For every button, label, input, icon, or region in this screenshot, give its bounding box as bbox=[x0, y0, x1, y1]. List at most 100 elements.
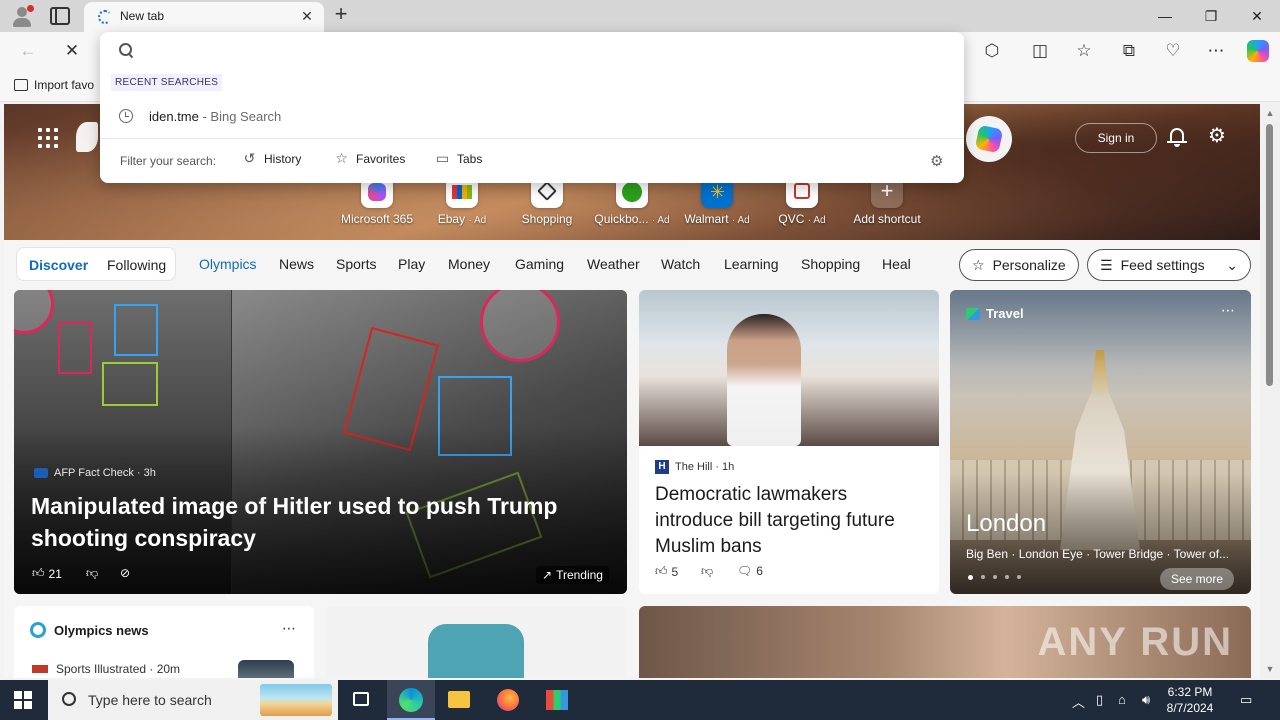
import-favorites-link[interactable]: Import favo bbox=[14, 78, 94, 92]
firefox-icon[interactable] bbox=[484, 680, 532, 720]
thumbnail-image[interactable] bbox=[238, 660, 294, 678]
nav-news[interactable]: News bbox=[279, 256, 314, 272]
new-tab-button[interactable]: + bbox=[330, 3, 352, 26]
notifications-icon[interactable] bbox=[1167, 126, 1187, 148]
filter-label: Filter your search: bbox=[120, 154, 217, 168]
hide-story-icon[interactable]: ⊘ bbox=[120, 566, 130, 580]
shortcut-label: Microsoft 365 bbox=[340, 212, 414, 226]
nav-watch[interactable]: Watch bbox=[661, 256, 700, 272]
news-card-afp[interactable]: AFP Fact Check · 3h Manipulated image of… bbox=[14, 290, 627, 594]
like-button[interactable]: 👍︎ 21 bbox=[32, 566, 62, 581]
news-card-the-hill[interactable]: H The Hill · 1h Democratic lawmakers int… bbox=[639, 290, 939, 594]
battery-icon[interactable]: ▯ bbox=[1096, 692, 1103, 708]
browser-essentials-icon[interactable]: ♡ bbox=[1161, 39, 1185, 63]
scroll-up-icon[interactable]: ▲ bbox=[1265, 108, 1275, 118]
app-icon-colorful[interactable] bbox=[533, 680, 581, 720]
edge-taskbar-icon[interactable] bbox=[387, 680, 435, 720]
shortcut-walmart[interactable]: ✳ Walmart · Ad bbox=[672, 176, 762, 226]
card-headline[interactable]: Manipulated image of Hitler used to push… bbox=[31, 490, 591, 554]
shirt-product-image bbox=[428, 624, 524, 678]
olympics-news-card: Olympics news ⋯ Sports Illustrated · 20m bbox=[14, 606, 314, 678]
more-options-icon[interactable]: ⋯ bbox=[282, 620, 296, 637]
nav-money[interactable]: Money bbox=[448, 256, 490, 272]
taskbar-search-box[interactable]: Type here to search bbox=[48, 680, 338, 720]
address-bar-dropdown: RECENT SEARCHES iden.tme - Bing Search F… bbox=[100, 32, 964, 183]
comments-button[interactable]: 🗨︎ 6 bbox=[737, 564, 763, 578]
the-hill-logo-icon: H bbox=[655, 460, 669, 474]
recent-query-suffix: - Bing Search bbox=[198, 109, 282, 124]
import-favorites-label: Import favo bbox=[34, 78, 95, 92]
nav-gaming[interactable]: Gaming bbox=[515, 256, 564, 272]
recent-search-item[interactable]: iden.tme - Bing Search bbox=[100, 102, 964, 132]
stop-button[interactable]: ✕ bbox=[60, 39, 84, 63]
thumbs-down-icon[interactable]: 👎︎ bbox=[86, 566, 98, 581]
shortcut-label: Ebay bbox=[437, 212, 466, 226]
add-shortcut-button[interactable]: + Add shortcut bbox=[842, 176, 932, 226]
see-more-button[interactable]: See more bbox=[1160, 568, 1234, 590]
carousel-dots[interactable] bbox=[968, 575, 1021, 580]
card-headline[interactable]: Democratic lawmakers introduce bill targ… bbox=[655, 482, 925, 560]
favorites-icon[interactable]: ☆ bbox=[1072, 39, 1096, 63]
news-card-photo[interactable]: ANY RUN bbox=[639, 606, 1251, 678]
shortcut-ebay[interactable]: Ebay · Ad bbox=[417, 176, 507, 226]
close-tab-icon[interactable]: ✕ bbox=[298, 7, 316, 25]
nav-sports[interactable]: Sports bbox=[336, 256, 376, 272]
page-settings-icon[interactable]: ⚙ bbox=[1206, 125, 1228, 147]
sign-in-button[interactable]: Sign in bbox=[1075, 123, 1157, 153]
travel-card[interactable]: Travel ⋯ London Big Ben · London Eye · T… bbox=[950, 290, 1251, 594]
shortcut-microsoft365[interactable]: Microsoft 365 bbox=[332, 176, 422, 226]
file-explorer-icon[interactable] bbox=[435, 680, 483, 720]
collections-icon[interactable]: ⧉ bbox=[1117, 39, 1141, 63]
thumbs-down-icon[interactable]: 👎︎ bbox=[701, 564, 713, 579]
minimize-button[interactable]: — bbox=[1150, 4, 1180, 28]
nav-play[interactable]: Play bbox=[398, 256, 425, 272]
source-label: Sports Illustrated · 20m bbox=[56, 662, 181, 676]
restore-button[interactable]: ❐ bbox=[1196, 4, 1226, 28]
nav-weather[interactable]: Weather bbox=[587, 256, 640, 272]
shortcut-qvc[interactable]: QVC · Ad bbox=[757, 176, 847, 226]
like-button[interactable]: 👍︎ 5 bbox=[655, 564, 678, 579]
filter-favorites-button[interactable]: ☆ Favorites bbox=[334, 151, 405, 166]
scroll-thumb[interactable] bbox=[1266, 124, 1273, 386]
card-headline[interactable]: London bbox=[966, 510, 1046, 538]
volume-icon[interactable]: 🔊︎ bbox=[1142, 692, 1150, 708]
extensions-icon[interactable]: ⬡ bbox=[980, 39, 1004, 63]
page-scrollbar[interactable]: ▲ ▼ bbox=[1260, 104, 1280, 678]
tab-discover[interactable]: Discover bbox=[29, 257, 88, 273]
app-launcher-icon[interactable] bbox=[38, 128, 58, 148]
windows-start-icon[interactable] bbox=[14, 691, 32, 709]
search-settings-icon[interactable]: ⚙ bbox=[930, 152, 943, 170]
shortcut-quickbooks[interactable]: Quickbo... · Ad bbox=[587, 176, 677, 226]
close-window-button[interactable]: ✕ bbox=[1242, 4, 1272, 28]
scroll-down-icon[interactable]: ▼ bbox=[1265, 664, 1275, 674]
show-hidden-icons[interactable]: ︿ bbox=[1072, 692, 1085, 711]
copilot-icon[interactable] bbox=[1245, 39, 1271, 63]
personalize-button[interactable]: ☆ Personalize bbox=[959, 249, 1079, 281]
nav-learning[interactable]: Learning bbox=[724, 256, 779, 272]
trending-badge: ↗ Trending bbox=[536, 566, 609, 584]
filter-history-button[interactable]: ↺ History bbox=[242, 151, 302, 166]
shortcut-shopping[interactable]: Shopping bbox=[502, 176, 592, 226]
notification-center-icon[interactable]: ▭ bbox=[1240, 692, 1252, 708]
tab-new-tab[interactable]: New tab ✕ bbox=[84, 2, 324, 32]
task-view-icon[interactable] bbox=[338, 680, 386, 720]
more-menu-icon[interactable]: ⋯ bbox=[1204, 39, 1228, 63]
feed-settings-button[interactable]: ☰ Feed settings ⌄ bbox=[1087, 249, 1251, 281]
filter-tabs-button[interactable]: ▭ Tabs bbox=[435, 151, 482, 166]
tab-following[interactable]: Following bbox=[107, 257, 166, 273]
more-options-icon[interactable]: ⋯ bbox=[1221, 302, 1235, 319]
back-button[interactable]: ← bbox=[16, 39, 40, 63]
network-icon[interactable]: ⌂ bbox=[1118, 692, 1126, 707]
star-icon: ☆ bbox=[335, 150, 348, 166]
nav-health[interactable]: Heal bbox=[882, 256, 911, 272]
profile-icon[interactable] bbox=[10, 4, 34, 28]
like-count: 5 bbox=[671, 564, 679, 579]
taskbar-clock[interactable]: 6:32 PM 8/7/2024 bbox=[1150, 684, 1230, 716]
address-bar-input[interactable] bbox=[146, 38, 946, 64]
nav-shopping[interactable]: Shopping bbox=[801, 256, 860, 272]
nav-olympics[interactable]: Olympics bbox=[199, 256, 257, 272]
split-screen-icon[interactable]: ◫ bbox=[1028, 39, 1052, 63]
tab-actions-icon[interactable] bbox=[50, 7, 70, 25]
copilot-button[interactable] bbox=[966, 116, 1012, 162]
ad-card-burton[interactable] bbox=[326, 606, 626, 678]
